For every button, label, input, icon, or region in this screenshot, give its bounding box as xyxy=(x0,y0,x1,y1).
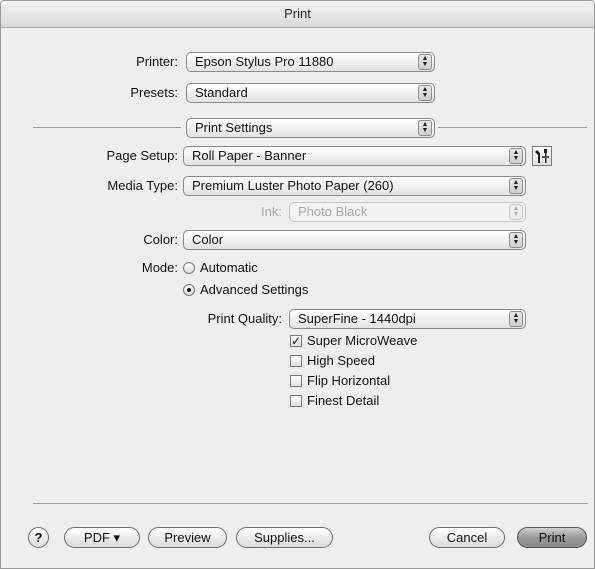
printer-popup[interactable]: Epson Stylus Pro 11880 ▲ ▼ xyxy=(186,52,435,72)
separator-right xyxy=(438,127,587,128)
printer-value: Epson Stylus Pro 11880 xyxy=(195,54,334,69)
updown-arrows-icon: ▲ ▼ xyxy=(509,204,523,220)
page-setup-utility-button[interactable] xyxy=(532,146,552,166)
flip-horizontal-checkbox[interactable] xyxy=(290,375,302,387)
preview-button[interactable]: Preview xyxy=(148,527,227,548)
print-quality-value: SuperFine - 1440dpi xyxy=(298,311,416,326)
super-microweave-label: Super MicroWeave xyxy=(307,333,418,348)
mode-label: Mode: xyxy=(141,260,178,275)
page-setup-popup[interactable]: Roll Paper - Banner ▲ ▼ xyxy=(183,146,526,166)
wrench-screwdriver-icon xyxy=(535,149,549,163)
ink-label: Ink: xyxy=(261,204,282,219)
pdf-button[interactable]: PDF ▾ xyxy=(64,527,140,548)
print-button[interactable]: Print xyxy=(517,527,587,548)
presets-label: Presets: xyxy=(130,85,178,100)
ink-popup: Photo Black ▲ ▼ xyxy=(289,202,526,222)
page-setup-label: Page Setup: xyxy=(106,148,178,163)
updown-arrows-icon: ▲ ▼ xyxy=(418,120,432,136)
color-label: Color: xyxy=(143,232,178,247)
mode-automatic-label: Automatic xyxy=(200,260,258,275)
updown-arrows-icon: ▲ ▼ xyxy=(418,54,432,70)
color-value: Color xyxy=(192,232,224,247)
finest-detail-checkbox[interactable] xyxy=(290,395,302,407)
mode-advanced-radio[interactable] xyxy=(183,284,195,296)
media-type-label: Media Type: xyxy=(107,178,178,193)
updown-arrows-icon: ▲ ▼ xyxy=(509,148,523,164)
dialog-body: Printer: Epson Stylus Pro 11880 ▲ ▼ Prese… xyxy=(1,28,594,568)
ink-value: Photo Black xyxy=(298,204,368,219)
media-type-popup[interactable]: Premium Luster Photo Paper (260) ▲ ▼ xyxy=(183,176,526,196)
updown-arrows-icon: ▲ ▼ xyxy=(509,232,523,248)
panel-popup[interactable]: Print Settings ▲ ▼ xyxy=(186,118,435,138)
cancel-button[interactable]: Cancel xyxy=(429,527,505,548)
page-setup-value: Roll Paper - Banner xyxy=(192,148,307,163)
super-microweave-checkbox[interactable]: ✓ xyxy=(290,335,302,347)
mode-automatic-radio[interactable] xyxy=(183,262,195,274)
high-speed-checkbox[interactable] xyxy=(290,355,302,367)
color-popup[interactable]: Color ▲ ▼ xyxy=(183,230,526,250)
presets-value: Standard xyxy=(195,85,248,100)
updown-arrows-icon: ▲ ▼ xyxy=(418,85,432,101)
updown-arrows-icon: ▲ ▼ xyxy=(509,311,523,327)
high-speed-label: High Speed xyxy=(307,353,375,368)
finest-detail-label: Finest Detail xyxy=(307,393,380,408)
print-dialog: Print Printer: Epson Stylus Pro 11880 ▲ ▼… xyxy=(0,0,595,569)
print-quality-popup[interactable]: SuperFine - 1440dpi ▲ ▼ xyxy=(289,309,526,329)
bottom-separator xyxy=(33,503,588,504)
media-type-value: Premium Luster Photo Paper (260) xyxy=(192,178,394,193)
supplies-button[interactable]: Supplies... xyxy=(236,527,333,548)
window-title: Print xyxy=(1,1,594,28)
updown-arrows-icon: ▲ ▼ xyxy=(509,178,523,194)
flip-horizontal-label: Flip Horizontal xyxy=(307,373,391,388)
printer-label: Printer: xyxy=(136,54,178,69)
presets-popup[interactable]: Standard ▲ ▼ xyxy=(186,83,435,103)
mode-advanced-label: Advanced Settings xyxy=(200,282,309,297)
print-quality-label: Print Quality: xyxy=(207,311,282,326)
help-button[interactable]: ? xyxy=(28,527,49,548)
panel-value: Print Settings xyxy=(195,120,273,135)
separator-left xyxy=(33,127,181,128)
